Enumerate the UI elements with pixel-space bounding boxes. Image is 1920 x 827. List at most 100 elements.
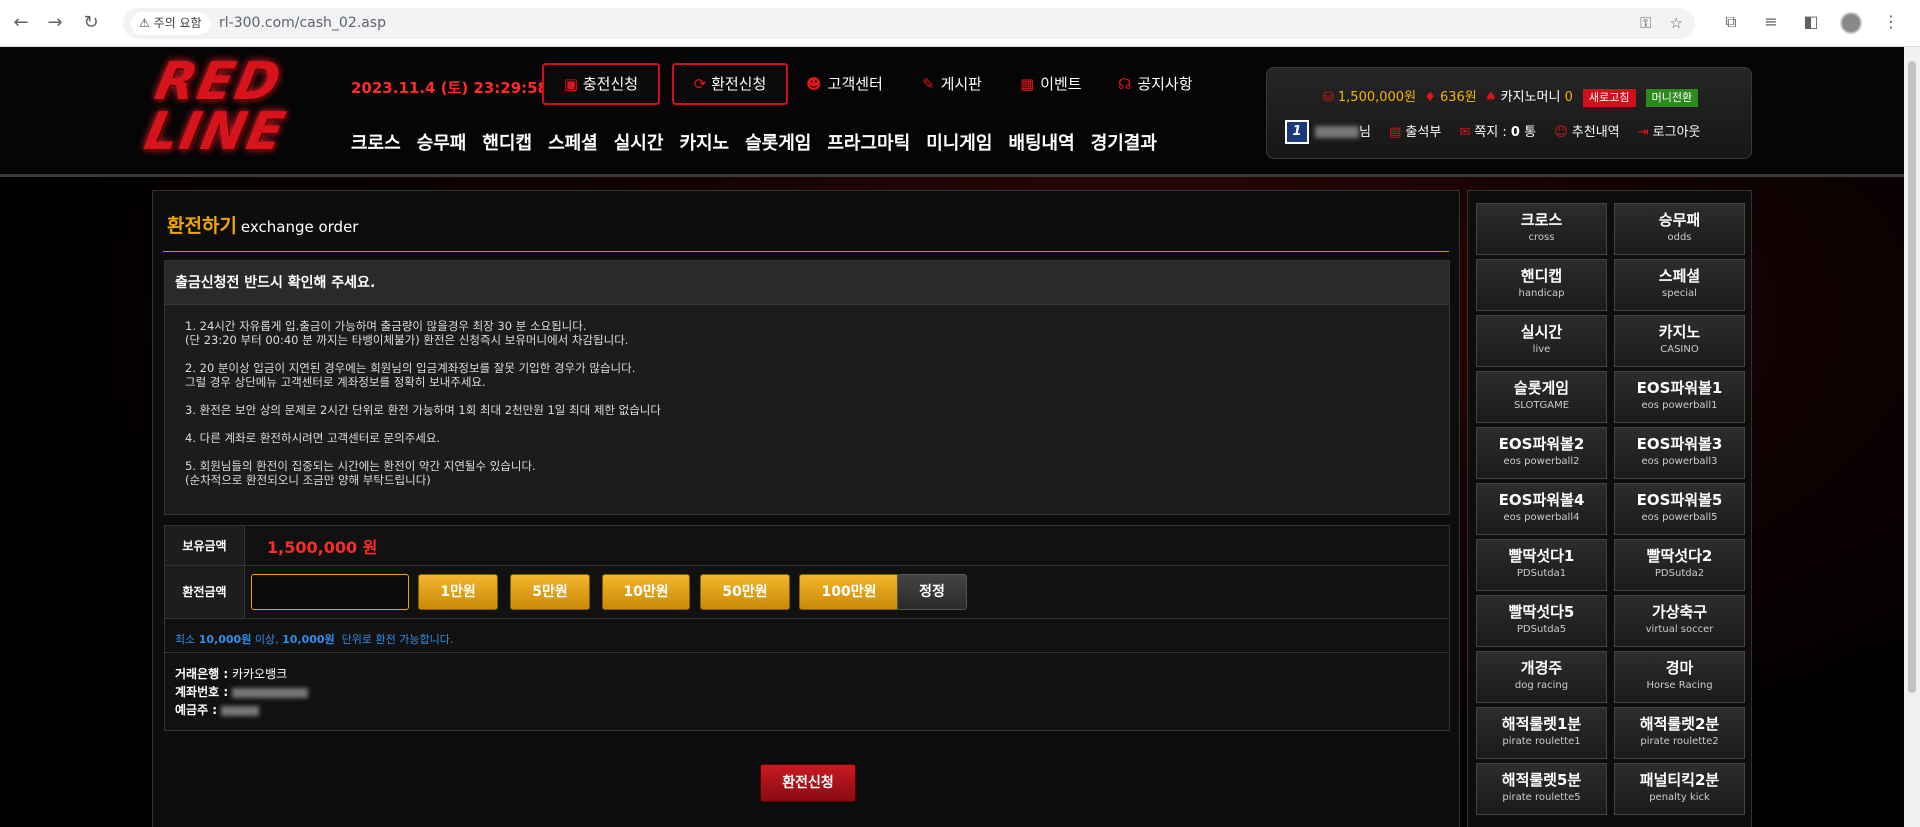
- side-menu-item[interactable]: 카지노 CASINO: [1614, 315, 1745, 367]
- side-menu-item[interactable]: 빨딱섯다1 PDSutda1: [1476, 539, 1607, 591]
- exchange-request-button[interactable]: ⟳ 환전신청: [672, 63, 788, 105]
- nav-results[interactable]: 경기결과: [1091, 133, 1157, 154]
- star-icon[interactable]: ☆: [1670, 14, 1683, 32]
- side-menu-item[interactable]: 해적룰렛5분 pirate roulette5: [1476, 763, 1607, 815]
- nav-casino[interactable]: 카지노: [679, 133, 729, 154]
- memo-count: 0: [1510, 124, 1520, 140]
- side-game-menu: 크로스 cross 승무패 odds 핸디캡 handicap 스페셜 special 실시간 l…: [1467, 190, 1752, 827]
- bank-value: 카카오뱅크: [231, 667, 288, 681]
- side-menu-item[interactable]: EOS파워볼1 eos powerball1: [1614, 371, 1745, 423]
- side-menu-item[interactable]: 핸디캡 handicap: [1476, 259, 1607, 311]
- charge-request-button[interactable]: ▣ 충전신청: [542, 63, 660, 105]
- main-nav: 크로스 승무패 핸디캡 스페셜 실시간 카지노 슬롯게임 프라그마틱 미니게임 배팅내역 경기결과: [351, 129, 1173, 155]
- side-menu-item[interactable]: 크로스 cross: [1476, 203, 1607, 255]
- sidepanel-icon[interactable]: ◧: [1800, 12, 1822, 31]
- nav-special[interactable]: 스페셜: [548, 133, 598, 154]
- nav-pragmatic[interactable]: 프라그마틱: [827, 133, 910, 154]
- nav-handicap[interactable]: 핸디캡: [482, 133, 532, 154]
- support-icon: ☻: [806, 75, 822, 93]
- side-menu-sublabel: handicap: [1518, 288, 1565, 299]
- page-title-ko: 환전하기: [167, 215, 237, 237]
- amount-input[interactable]: [251, 574, 409, 610]
- add-100000-button[interactable]: 10만원: [602, 574, 690, 610]
- add-500000-button[interactable]: 50만원: [700, 574, 790, 610]
- current-datetime: 2023.11.4 (토) 23:29:58: [351, 79, 549, 97]
- balance-value: 1,500,000 원: [267, 538, 378, 557]
- extensions-icon[interactable]: ⧉: [1720, 12, 1742, 32]
- site-logo[interactable]: RED LINE: [138, 52, 326, 167]
- side-menu-item[interactable]: 가상축구 virtual soccer: [1614, 595, 1745, 647]
- profile-avatar[interactable]: [1840, 12, 1862, 33]
- nav-cross[interactable]: 크로스: [351, 133, 401, 154]
- side-menu-label: EOS파워볼3: [1636, 435, 1723, 453]
- nav-minigame[interactable]: 미니게임: [926, 133, 992, 154]
- bank-info: 거래은행 : 카카오뱅크 계좌번호 : 예금주 :: [175, 665, 308, 719]
- back-icon[interactable]: ←: [10, 12, 32, 34]
- pen-icon: ✎: [922, 75, 935, 93]
- attendance-link[interactable]: ▤ 출석부: [1389, 125, 1441, 140]
- submit-exchange-button[interactable]: 환전신청: [760, 764, 856, 802]
- reset-button[interactable]: 정정: [897, 574, 967, 610]
- nav-bet-history[interactable]: 배팅내역: [1008, 133, 1074, 154]
- side-menu-item[interactable]: 패널티킥2분 penalty kick: [1614, 763, 1745, 815]
- side-menu-item[interactable]: EOS파워볼3 eos powerball3: [1614, 427, 1745, 479]
- hint-unit: 10,000원: [282, 633, 335, 646]
- media-icon[interactable]: ≡: [1760, 12, 1782, 31]
- side-menu-item[interactable]: EOS파워볼5 eos powerball5: [1614, 483, 1745, 535]
- calendar-icon: ▤: [1389, 124, 1402, 140]
- side-menu-label: EOS파워볼4: [1498, 491, 1585, 509]
- nav-odds[interactable]: 승무패: [417, 133, 467, 154]
- amount-label: 환전금액: [165, 566, 245, 618]
- side-menu-item[interactable]: EOS파워볼4 eos powerball4: [1476, 483, 1607, 535]
- url-text[interactable]: rl-300.com/cash_02.asp: [219, 8, 386, 39]
- board-label: 게시판: [940, 75, 982, 93]
- add-1000000-button[interactable]: 100만원: [799, 574, 899, 610]
- add-10000-button[interactable]: 1만원: [418, 574, 498, 610]
- side-menu-item[interactable]: 해적룰렛2분 pirate roulette2: [1614, 707, 1745, 759]
- side-menu-sublabel: virtual soccer: [1645, 624, 1714, 635]
- logout-link[interactable]: ⇥ 로그아웃: [1638, 125, 1701, 140]
- add-50000-button[interactable]: 5만원: [510, 574, 590, 610]
- menu-icon[interactable]: ⋮: [1880, 12, 1902, 31]
- side-menu-item[interactable]: 빨딱섯다2 PDSutda2: [1614, 539, 1745, 591]
- nav-live[interactable]: 실시간: [614, 133, 664, 154]
- refresh-button[interactable]: 새로고침: [1583, 89, 1636, 107]
- notice-link[interactable]: ☊ 공지사항: [1118, 73, 1193, 94]
- customer-center-label: 고객센터: [827, 75, 883, 93]
- side-menu-sublabel: SLOTGAME: [1513, 400, 1570, 411]
- side-menu-item[interactable]: 경마 Horse Racing: [1614, 651, 1745, 703]
- side-menu-label: 개경주: [1520, 659, 1563, 677]
- side-menu-item[interactable]: 빨딱섯다5 PDSutda5: [1476, 595, 1607, 647]
- bank-label: 거래은행 :: [175, 667, 229, 681]
- memo-link[interactable]: ✉ 쪽지 : 0 통: [1459, 125, 1536, 140]
- side-menu-item[interactable]: 슬롯게임 SLOTGAME: [1476, 371, 1607, 423]
- side-menu-item[interactable]: 개경주 dog racing: [1476, 651, 1607, 703]
- hint-middle: 이상,: [254, 633, 279, 646]
- side-menu-item[interactable]: 해적룰렛1분 pirate roulette1: [1476, 707, 1607, 759]
- customer-center-link[interactable]: ☻ 고객센터: [806, 73, 883, 94]
- security-warning-label: 주의 요함: [153, 16, 202, 30]
- security-warning-chip[interactable]: ⚠ 주의 요함: [131, 12, 210, 35]
- side-menu-sublabel: cross: [1528, 232, 1555, 243]
- forward-icon[interactable]: →: [44, 12, 66, 34]
- notice-box: 출금신청전 반드시 확인해 주세요. 1. 24시간 자유롭게 입.출금이 가능…: [164, 260, 1450, 515]
- side-menu-label: 크로스: [1520, 211, 1563, 229]
- key-icon[interactable]: ⚿: [1640, 14, 1651, 32]
- side-menu-item[interactable]: EOS파워볼2 eos powerball2: [1476, 427, 1607, 479]
- recommend-link[interactable]: ☺ 추천내역: [1554, 125, 1619, 140]
- address-bar[interactable]: ⚠ 주의 요함 rl-300.com/cash_02.asp ⚿ ☆: [123, 8, 1695, 39]
- scrollbar-thumb[interactable]: [1908, 61, 1916, 693]
- side-menu-item[interactable]: 실시간 live: [1476, 315, 1607, 367]
- side-menu-item[interactable]: 승무패 odds: [1614, 203, 1745, 255]
- page-scrollbar[interactable]: [1904, 47, 1920, 827]
- event-link[interactable]: ▦ 이벤트: [1020, 73, 1082, 94]
- notice-item-5: 5. 회원님들의 환전이 집중되는 시간에는 환전이 약간 지연될수 있습니다.…: [185, 459, 536, 487]
- nav-slot[interactable]: 슬롯게임: [745, 133, 811, 154]
- reload-icon[interactable]: ↻: [80, 12, 102, 34]
- recommend-label: 추천내역: [1571, 124, 1620, 140]
- money-convert-button[interactable]: 머니전환: [1645, 89, 1699, 107]
- side-menu-sublabel: eos powerball5: [1641, 512, 1718, 523]
- side-menu-item[interactable]: 스페셜 special: [1614, 259, 1745, 311]
- board-link[interactable]: ✎ 게시판: [922, 73, 982, 94]
- headset-icon: ☊: [1118, 75, 1132, 93]
